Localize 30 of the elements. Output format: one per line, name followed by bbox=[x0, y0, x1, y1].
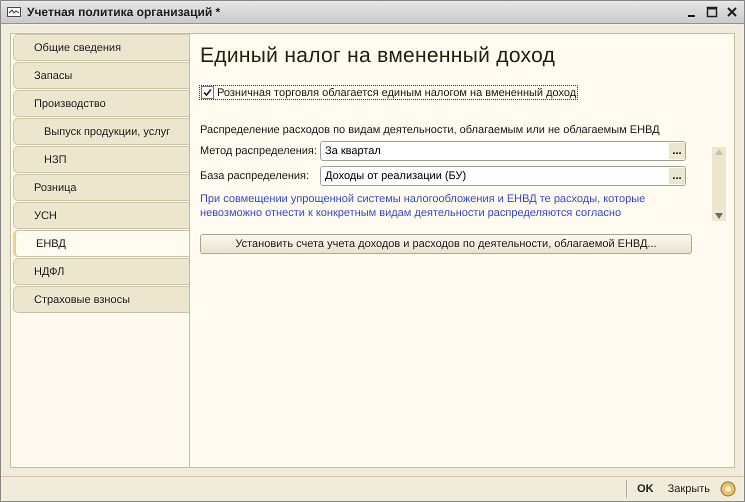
info-note: При совмещении упрощенной системы налогообложения и ЕНВД те расходы, которые невозможно отнести к конкретным видам деятельности распределяются согласно bbox=[200, 192, 646, 220]
field-label: Метод распределения: bbox=[200, 145, 318, 157]
checkmark-icon bbox=[203, 88, 212, 97]
window-title: Учетная политика организаций * bbox=[27, 5, 222, 19]
select-field[interactable]: Доходы от реализации (БУ) ... bbox=[320, 166, 686, 186]
section-label: Распределение расходов по видам деятельности, облагаемым или не облагаемым ЕНВД bbox=[200, 124, 661, 136]
choose-button[interactable]: ... bbox=[669, 168, 685, 184]
select-field[interactable]: За квартал ... bbox=[320, 141, 686, 161]
ok-button[interactable]: OK bbox=[633, 481, 658, 497]
retail-checkbox[interactable]: Розничная торговля облагается единым налогом на вмененный доход bbox=[200, 86, 578, 99]
scrollbar[interactable] bbox=[712, 147, 726, 221]
sidebar-tab[interactable]: УСН bbox=[13, 202, 189, 229]
sidebar-tab[interactable]: НЗП bbox=[13, 146, 189, 173]
sidebar-tab[interactable]: Розница bbox=[13, 174, 189, 201]
sidebar-tab[interactable]: Производство bbox=[13, 90, 189, 117]
section-heading: Единый налог на вмененный доход bbox=[200, 44, 556, 68]
maximize-icon[interactable] bbox=[706, 6, 718, 18]
sidebar-tab[interactable]: Общие сведения bbox=[13, 34, 189, 61]
sidebar-tab[interactable]: Страховые взносы bbox=[13, 286, 189, 313]
sidebar-tab[interactable]: Запасы bbox=[13, 62, 189, 89]
scroll-down-icon[interactable] bbox=[714, 211, 724, 221]
sidebar-tab[interactable]: Выпуск продукции, услуг bbox=[13, 118, 189, 145]
field-label: База распределения: bbox=[200, 170, 310, 182]
close-button[interactable]: Закрыть bbox=[664, 481, 714, 497]
close-icon[interactable] bbox=[726, 6, 738, 18]
set-accounts-button[interactable]: Установить счета учета доходов и расходов по деятельности, облагаемой ЕНВД... bbox=[200, 234, 692, 254]
sidebar-tab[interactable]: НДФЛ bbox=[13, 258, 189, 285]
sidebar-tab[interactable]: ЕНВД bbox=[13, 230, 190, 257]
choose-button[interactable]: ... bbox=[669, 143, 685, 159]
window-icon bbox=[7, 7, 21, 17]
